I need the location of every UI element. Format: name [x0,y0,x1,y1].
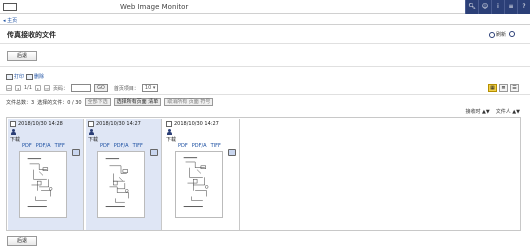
format-links: PDF PDF/A TIFF [22,143,65,149]
next-page-icon[interactable]: ▸ [35,85,42,91]
file-checkbox[interactable] [166,121,172,127]
format-pdfa-link[interactable]: PDF/A [192,143,207,149]
page-title: 传真接收的文件 [7,31,56,39]
preview-icon[interactable] [72,149,80,156]
format-pdfa-link[interactable]: PDF/A [114,143,129,149]
file-card[interactable]: 2018/10/30 14:27 下载 PDF PDF/A TIFF [164,119,240,230]
refresh-button[interactable]: 刷新 [489,31,506,38]
sort-by-name[interactable]: 文件人 ▲▼ [496,108,520,115]
format-links: PDF PDF/A TIFF [100,143,143,149]
document-thumbnail[interactable] [175,151,223,218]
user-icon [167,129,172,135]
delete-button[interactable]: 删除 [26,73,44,80]
download-label: 下载 [166,137,177,143]
thumbnail-view-icon[interactable]: ▦ [488,84,497,92]
per-page-label: 首页项目： [113,85,139,92]
total-files: 文件总数：3 [6,99,35,106]
file-header: 2018/10/30 14:27 [166,121,219,127]
file-datetime: 2018/10/30 14:27 [174,121,219,127]
format-tiff-link[interactable]: TIFF [211,143,221,149]
format-tiff-link[interactable]: TIFF [133,143,143,149]
divider [0,24,530,25]
document-thumbnail[interactable] [97,151,145,218]
back-button-bottom[interactable]: 后退 [7,236,37,246]
back-button-top[interactable]: 后退 [7,51,37,61]
breadcrumb-home[interactable]: ◂ 主页 [3,17,17,24]
file-datetime: 2018/10/30 14:27 [96,121,141,127]
schematic-preview [27,158,53,208]
pagination: ⏮ ◂ 1/1 ▸ ⏭ 页码： GO 首页项目： 10 ▾ [6,84,159,92]
select-all-pages-button[interactable]: 选择所有页面 清单 [113,98,162,106]
search-icon[interactable]: 🔍︎ [465,0,478,14]
divider [0,66,530,67]
preview-icon[interactable] [150,149,158,156]
schematic-preview [105,158,129,208]
file-grid: 2018/10/30 14:28 下载 PDF PDF/A TIFF 2018/… [6,117,521,231]
page-label: 页码： [53,85,69,92]
format-pdf-link[interactable]: PDF [100,143,110,149]
file-header: 2018/10/30 14:28 [10,121,63,127]
delete-label: 删除 [34,74,45,80]
info-icon[interactable]: i [491,0,504,14]
last-page-icon[interactable]: ⏭ [44,85,51,91]
page-number-input[interactable] [71,84,92,92]
schematic-preview [183,157,209,208]
divider [0,43,530,44]
deselect-all-button[interactable]: 取消所有 页面 符号 [164,98,214,106]
page-counter: 1/1 [24,85,33,91]
help-icon[interactable]: ? [517,0,530,14]
selected-files: 选择的文件：0 / 30 [37,99,82,106]
top-icons: 🔍︎ ☺ i ≡ ? [465,0,530,14]
sort-controls: 接收时 ▲▼ 文件人 ▲▼ [465,108,520,115]
print-button[interactable]: 打印 [6,73,24,80]
top-bar: Web Image Monitor 🔍︎ ☺ i ≡ ? [0,0,530,14]
info-bar: 文件总数：3 选择的文件：0 / 30 全部下选 选择所有页面 清单 取消所有 … [6,97,521,107]
file-datetime: 2018/10/30 14:28 [18,121,63,127]
file-card[interactable]: 2018/10/30 14:28 下载 PDF PDF/A TIFF [8,119,84,230]
sort-by-date[interactable]: 接收时 ▲▼ [465,108,489,115]
divider [0,94,530,95]
app-title: Web Image Monitor [120,3,189,11]
download-label: 下载 [10,137,21,143]
file-checkbox[interactable] [10,121,16,127]
format-pdf-link[interactable]: PDF [178,143,188,149]
printer-icon [6,73,13,80]
print-label: 打印 [14,74,25,80]
help-circle-icon [509,31,515,37]
go-button[interactable]: GO [94,84,108,92]
file-card[interactable]: 2018/10/30 14:27 下载 PDF PDF/A TIFF [86,119,162,230]
user-icon [89,129,94,135]
help-button[interactable] [509,31,516,38]
download-label: 下载 [88,137,99,143]
file-header: 2018/10/30 14:27 [88,121,141,127]
format-tiff-link[interactable]: TIFF [55,143,65,149]
file-checkbox[interactable] [88,121,94,127]
menu-icon[interactable]: ≡ [504,0,517,14]
refresh-label: 刷新 [496,32,507,38]
list-view-icon[interactable]: ≣ [499,84,508,92]
logo [3,3,17,11]
format-links: PDF PDF/A TIFF [178,143,221,149]
detail-view-icon[interactable]: ☰ [510,84,519,92]
view-mode-switch: ▦ ≣ ☰ [488,84,519,92]
refresh-icon [489,31,495,38]
select-all-button[interactable]: 全部下选 [84,98,111,106]
first-page-icon[interactable]: ⏮ [6,85,12,91]
preview-icon[interactable] [228,149,236,156]
per-page-select[interactable]: 10 ▾ [141,84,159,92]
format-pdfa-link[interactable]: PDF/A [36,143,51,149]
user-icon[interactable]: ☺ [478,0,491,14]
document-thumbnail[interactable] [19,151,67,218]
user-icon [11,129,16,135]
prev-page-icon[interactable]: ◂ [15,85,21,91]
trash-icon [26,73,33,80]
format-pdf-link[interactable]: PDF [22,143,32,149]
